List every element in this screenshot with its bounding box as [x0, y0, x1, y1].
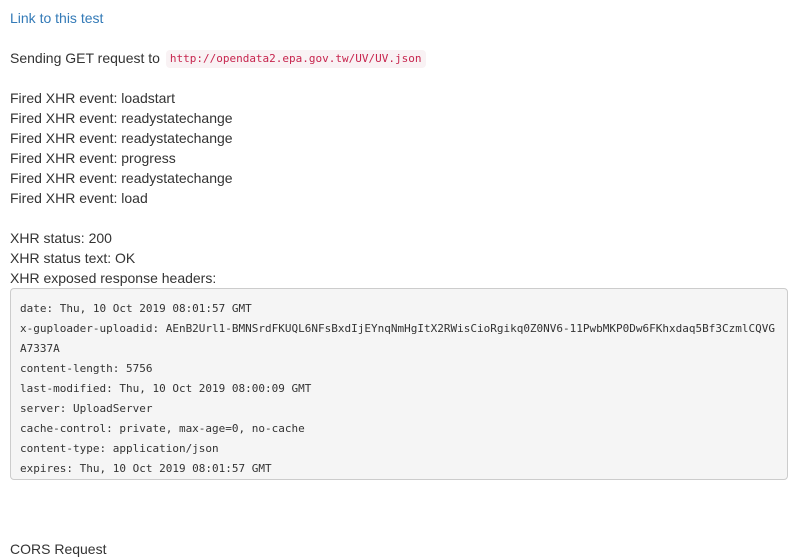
cors-request-heading: CORS Request [10, 541, 107, 557]
xhr-event: Fired XHR event: readystatechange [10, 170, 233, 186]
header-line: expires: Thu, 10 Oct 2019 08:01:57 GMT [20, 462, 272, 475]
request-line: Sending GET request to http://opendata2.… [10, 47, 426, 69]
header-line: content-type: application/json [20, 442, 219, 455]
headers-label: XHR exposed response headers: [10, 270, 217, 286]
header-line: cache-control: private, max-age=0, no-ca… [20, 422, 305, 435]
xhr-event: Fired XHR event: loadstart [10, 90, 175, 106]
request-prefix: Sending GET request to [10, 50, 160, 66]
xhr-event-list: Fired XHR event: loadstart Fired XHR eve… [10, 88, 233, 208]
xhr-event: Fired XHR event: progress [10, 150, 176, 166]
xhr-event: Fired XHR event: readystatechange [10, 130, 233, 146]
request-url: http://opendata2.epa.gov.tw/UV/UV.json [165, 50, 426, 68]
header-line: last-modified: Thu, 10 Oct 2019 08:00:09… [20, 382, 312, 395]
test-permalink[interactable]: Link to this test [10, 8, 103, 28]
xhr-status-code: XHR status: 200 [10, 230, 112, 246]
header-line: content-length: 5756 [20, 362, 153, 375]
header-line: date: Thu, 10 Oct 2019 08:01:57 GMT [20, 302, 252, 315]
xhr-status-block: XHR status: 200 XHR status text: OK XHR … [10, 228, 216, 288]
xhr-status-text: XHR status text: OK [10, 250, 136, 266]
header-line: x-guploader-uploadid: AEnB2Url1-BMNSrdFK… [20, 322, 775, 355]
header-line: server: UploadServer [20, 402, 153, 415]
xhr-event: Fired XHR event: load [10, 190, 148, 206]
xhr-event: Fired XHR event: readystatechange [10, 110, 233, 126]
response-headers-block: date: Thu, 10 Oct 2019 08:01:57 GMT x-gup… [10, 288, 788, 480]
